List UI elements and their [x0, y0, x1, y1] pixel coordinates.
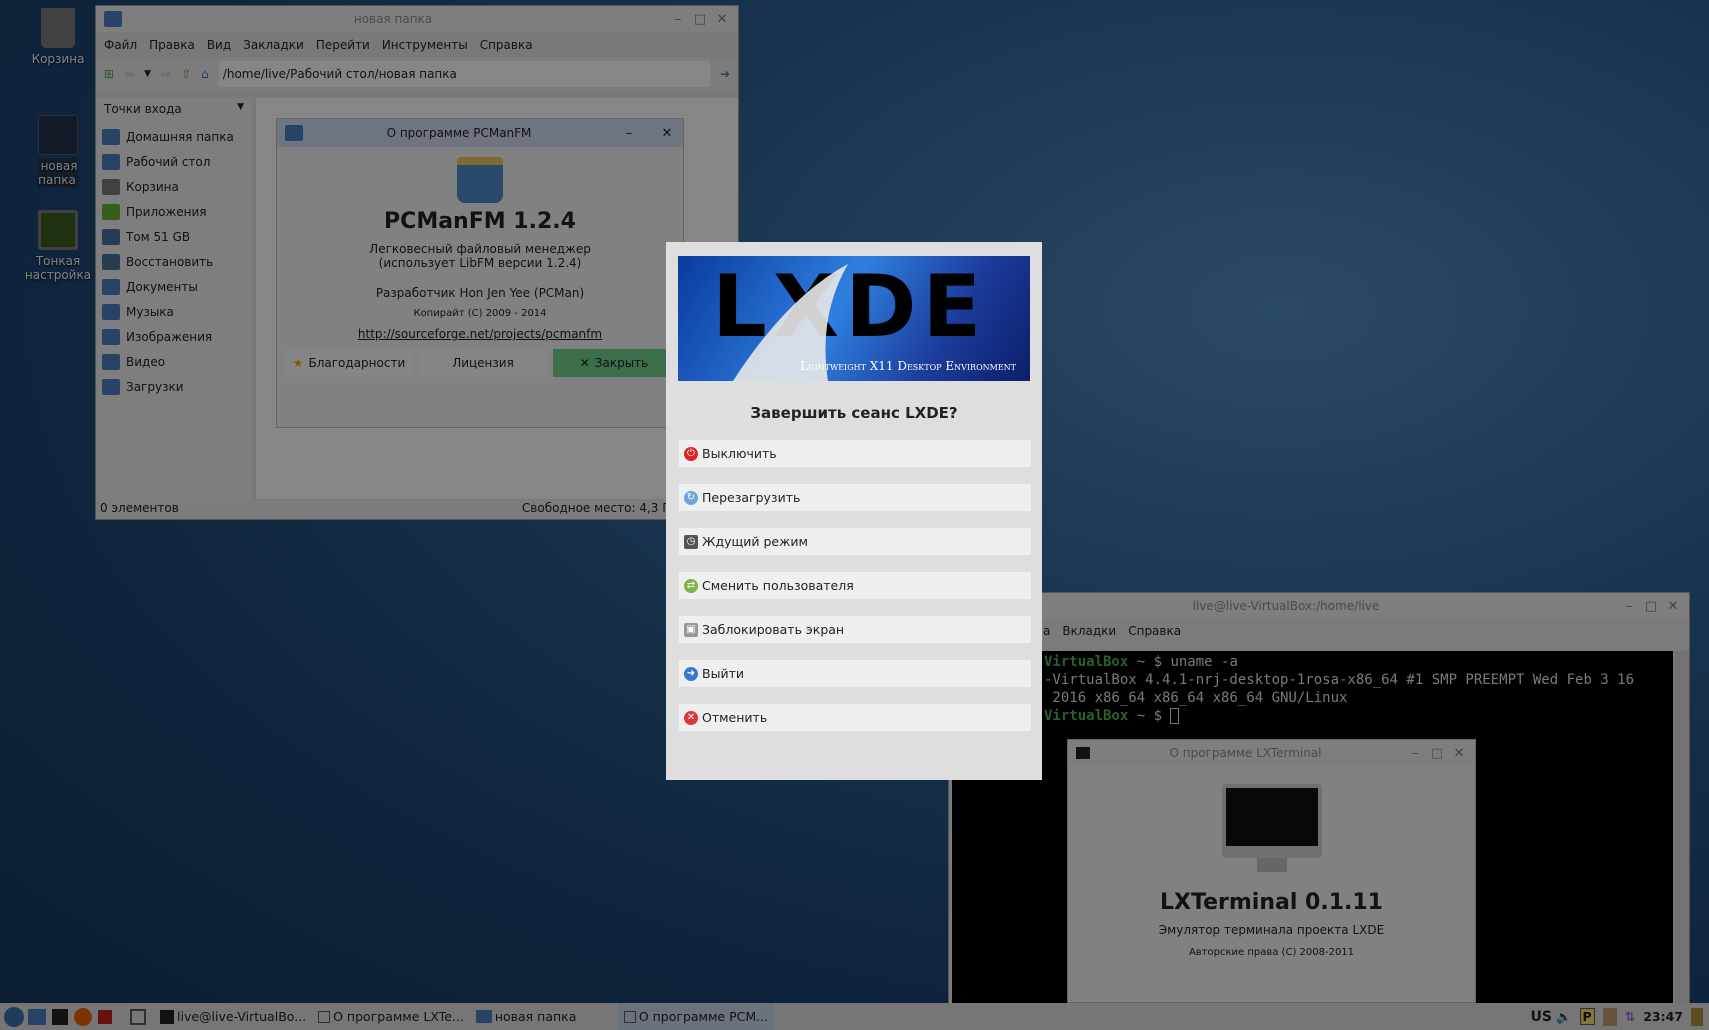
cancel-button[interactable]: ✕ Отменить	[679, 704, 1031, 731]
lock-screen-button[interactable]: ▣ Заблокировать экран	[679, 616, 1031, 643]
logout-button[interactable]: ➜ Выйти	[679, 660, 1031, 687]
logout-icon: ➜	[684, 666, 698, 681]
reboot-icon: ↻	[684, 490, 698, 505]
logout-dialog: LXDE Lightweight X11 Desktop Environment…	[666, 242, 1042, 780]
suspend-icon: ◷	[684, 534, 698, 549]
switch-user-icon: ⇄	[684, 578, 698, 593]
lxde-banner: LXDE Lightweight X11 Desktop Environment	[678, 256, 1030, 381]
cancel-icon: ✕	[684, 710, 698, 725]
logout-question: Завершить сеанс LXDE?	[750, 404, 958, 422]
shutdown-icon: ⏻	[684, 446, 698, 461]
suspend-button[interactable]: ◷ Ждущий режим	[679, 528, 1031, 555]
reboot-button[interactable]: ↻ Перезагрузить	[679, 484, 1031, 511]
lock-screen-icon: ▣	[684, 622, 698, 637]
shutdown-button[interactable]: ⏻ Выключить	[679, 440, 1031, 467]
switch-user-button[interactable]: ⇄ Сменить пользователя	[679, 572, 1031, 599]
